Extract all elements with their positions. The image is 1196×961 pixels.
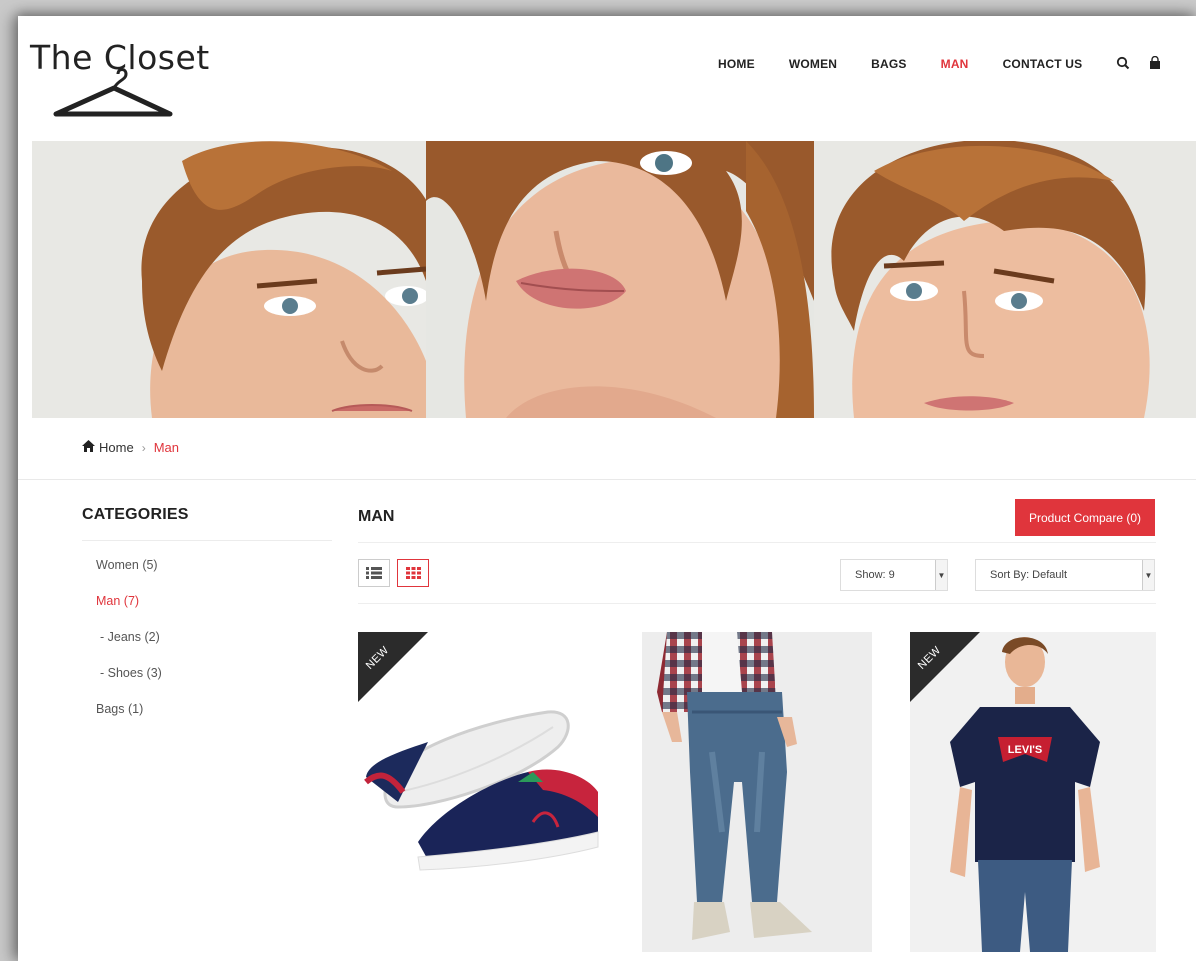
jeans-image <box>642 632 872 952</box>
hero-image-center <box>426 141 814 418</box>
grid-view-icon <box>405 567 421 579</box>
product-card[interactable]: NEW <box>358 632 604 952</box>
shopping-bag-icon[interactable] <box>1148 55 1164 72</box>
category-list: Women (5) Man (7) - Jeans (2) - Shoes (3… <box>82 553 332 733</box>
tshirt-logo-text: LEVI'S <box>1008 744 1042 756</box>
site-logo[interactable]: The Closet <box>30 38 210 124</box>
show-select[interactable]: Show: 9 ▼ <box>840 559 948 591</box>
dropdown-arrow-icon: ▼ <box>935 560 947 590</box>
nav-women[interactable]: WOMEN <box>789 57 837 71</box>
product-card[interactable] <box>642 632 872 952</box>
grid-view-button[interactable] <box>397 559 429 587</box>
sort-select[interactable]: Sort By: Default ▼ <box>975 559 1155 591</box>
product-grid: NEW LEVI'S NEW <box>358 632 1156 961</box>
divider <box>358 542 1156 543</box>
nav-home[interactable]: HOME <box>718 57 755 71</box>
hanger-icon <box>53 68 173 117</box>
home-icon[interactable] <box>82 440 95 455</box>
sort-select-value: Sort By: Default <box>990 569 1068 581</box>
new-badge: NEW <box>358 632 428 702</box>
site-header: The Closet HOME WOMEN BAGS MAN CONTACT U… <box>18 16 1196 141</box>
breadcrumb-current: Man <box>153 440 179 455</box>
hero-image-right <box>814 141 1196 418</box>
breadcrumb-home[interactable]: Home <box>99 440 134 455</box>
category-man[interactable]: Man (7) <box>82 589 332 625</box>
list-view-icon <box>366 567 382 579</box>
nav-man[interactable]: MAN <box>941 57 969 71</box>
browser-page: The Closet HOME WOMEN BAGS MAN CONTACT U… <box>18 16 1196 961</box>
search-icon[interactable] <box>1116 56 1132 72</box>
chevron-right-icon: › <box>141 440 146 455</box>
new-badge: NEW <box>910 632 980 702</box>
categories-sidebar: CATEGORIES Women (5) Man (7) - Jeans (2)… <box>82 506 332 733</box>
divider <box>18 479 1196 480</box>
divider <box>358 603 1156 604</box>
list-view-button[interactable] <box>358 559 390 587</box>
product-compare-button[interactable]: Product Compare (0) <box>1015 499 1155 536</box>
nav-bags[interactable]: BAGS <box>871 57 906 71</box>
category-shoes[interactable]: - Shoes (3) <box>82 661 332 697</box>
page-title: MAN <box>358 508 395 525</box>
breadcrumb: Home › Man <box>82 440 179 455</box>
main-nav: HOME WOMEN BAGS MAN CONTACT US <box>718 55 1180 72</box>
nav-contact-us[interactable]: CONTACT US <box>1003 57 1083 71</box>
category-women[interactable]: Women (5) <box>82 553 332 589</box>
categories-title: CATEGORIES <box>82 506 332 541</box>
product-card[interactable]: LEVI'S NEW <box>910 632 1156 952</box>
hero-banner <box>32 141 1196 418</box>
hero-image-left <box>32 141 426 418</box>
dropdown-arrow-icon: ▼ <box>1142 560 1154 590</box>
category-bags[interactable]: Bags (1) <box>82 697 332 733</box>
show-select-value: Show: 9 <box>855 569 895 581</box>
category-jeans[interactable]: - Jeans (2) <box>82 625 332 661</box>
